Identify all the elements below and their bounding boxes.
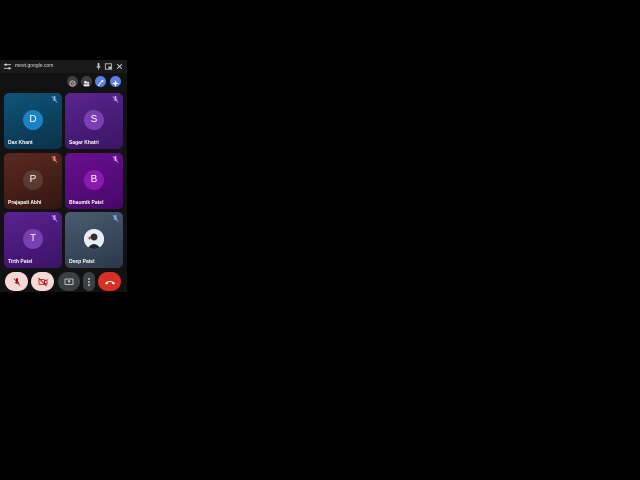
avatar: P (23, 170, 43, 190)
participant-name: Sagar Khatri (69, 140, 99, 146)
participant-name: Prajapati Abhi (8, 200, 42, 206)
participant-tile[interactable]: Deep Patel (65, 212, 123, 268)
mic-off-icon (13, 277, 20, 286)
leave-call-button[interactable] (98, 272, 121, 291)
avatar: S (84, 110, 104, 130)
mic-off-icon (51, 95, 58, 103)
mic-off-icon (51, 155, 58, 163)
participant-tile[interactable]: S Sagar Khatri (65, 93, 123, 149)
mic-off-icon (112, 214, 119, 222)
participant-tile[interactable]: B Bhaumik Patel (65, 153, 123, 209)
more-options-button[interactable] (83, 272, 95, 291)
present-icon (64, 278, 74, 285)
mic-off-icon (51, 214, 58, 222)
sparkle-icon[interactable] (110, 76, 121, 87)
participant-tile[interactable]: D Dax Khant (4, 93, 62, 149)
url-text[interactable]: meet.google.com (15, 63, 53, 69)
mic-toggle-button[interactable] (5, 272, 28, 291)
participant-tile[interactable]: P Prajapati Abhi (4, 153, 62, 209)
profile-photo-avatar (84, 229, 104, 249)
participant-name: Tirth Patel (8, 259, 33, 265)
camera-off-icon (37, 277, 47, 286)
mic-off-icon (112, 155, 119, 163)
tune-icon[interactable] (3, 62, 12, 71)
participant-name: Deep Patel (69, 259, 95, 265)
avatar: B (84, 170, 104, 190)
browser-top-bar: meet.google.com (0, 60, 127, 73)
more-vert-icon (88, 277, 90, 286)
meet-window: meet.google.com D Dax Khant S Sagar Khat… (0, 60, 127, 292)
picture-in-picture-icon[interactable] (104, 62, 113, 71)
meeting-header (0, 73, 127, 91)
close-icon[interactable] (115, 62, 124, 71)
call-end-icon (104, 280, 115, 284)
effects-icon[interactable] (95, 76, 106, 87)
avatar: T (23, 229, 43, 249)
mic-icon[interactable] (94, 62, 103, 71)
participant-name: Bhaumik Patel (69, 200, 104, 206)
participant-tile[interactable]: T Tirth Patel (4, 212, 62, 268)
record-icon[interactable] (67, 76, 78, 87)
participant-name: Dax Khant (8, 140, 33, 146)
mic-off-icon (112, 95, 119, 103)
avatar: D (23, 110, 43, 130)
present-button[interactable] (58, 272, 80, 291)
people-icon[interactable] (81, 76, 92, 87)
camera-toggle-button[interactable] (31, 272, 54, 291)
